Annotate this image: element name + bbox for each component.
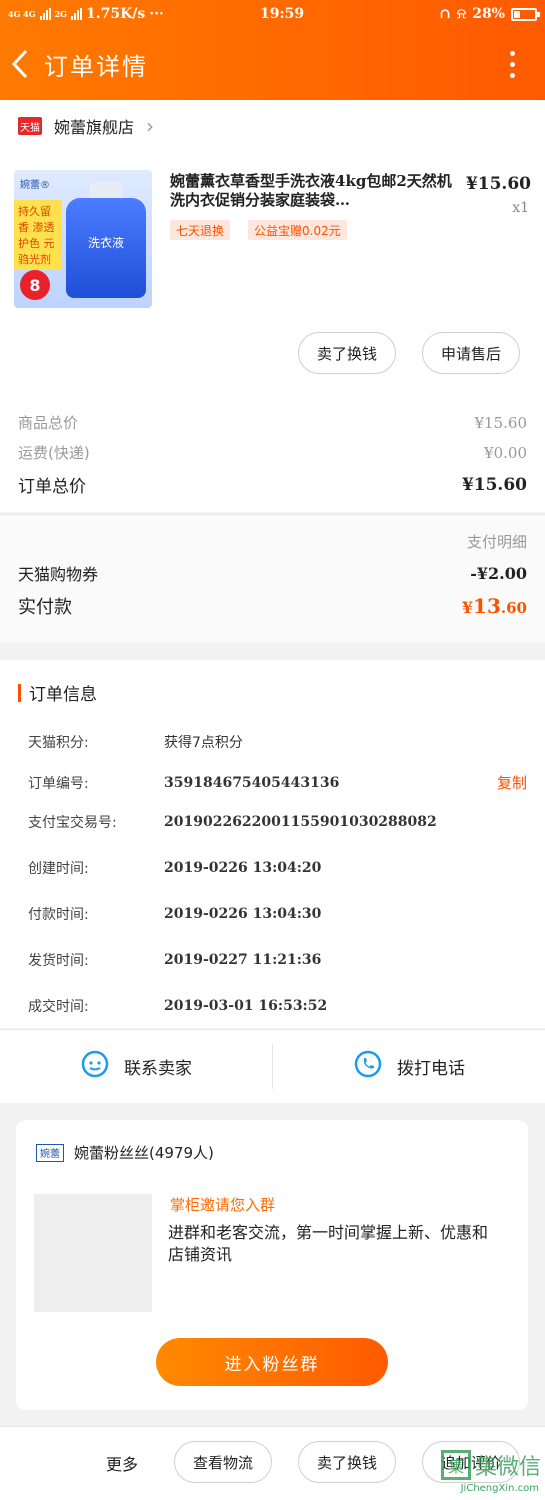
product-title[interactable]: 婉蕾薰衣草香型手洗衣液4kg包邮2天然机洗内衣促销分装家庭装袋… xyxy=(170,172,452,210)
info-row: 天猫积分: 获得7点积分 xyxy=(28,732,527,752)
copy-button[interactable]: 复制 xyxy=(497,772,527,793)
charity-tag: 公益宝赠0.02元 xyxy=(248,220,347,240)
signal-2g-icon xyxy=(71,8,82,20)
info-row: 创建时间: 2019-0226 13:04:20 xyxy=(28,858,527,878)
shop-row[interactable]: 天猫 婉蕾旗舰店 › xyxy=(0,100,545,152)
page-title: 订单详情 xyxy=(44,52,148,81)
watermark-text: 集微信 xyxy=(474,1455,541,1480)
headset-icon: ∩ xyxy=(439,6,451,22)
back-icon[interactable] xyxy=(10,49,38,79)
weight-badge: 8 xyxy=(20,270,50,300)
paid-symbol: ¥ xyxy=(461,598,474,617)
call-label: 拨打电话 xyxy=(397,1059,465,1079)
bottom-action-bar: 更多 查看物流 卖了换钱 追加评价 集 集微信 JiChengXin.com xyxy=(0,1426,545,1500)
watermark-url: JiChengXin.com xyxy=(460,1483,539,1494)
info-row: 成交时间: 2019-03-01 16:53:52 xyxy=(28,996,527,1016)
resell-button[interactable]: 卖了换钱 xyxy=(298,332,397,374)
call-button[interactable]: 拨打电话 xyxy=(273,1030,545,1103)
product-qty: x1 xyxy=(512,200,529,216)
product-thumbnail[interactable]: 婉蕾® 持久留香 渗透护色 元驺光剂 洗衣液 8 xyxy=(14,170,152,308)
signal-icon xyxy=(39,8,51,20)
info-key: 支付宝交易号: xyxy=(28,815,117,831)
battery-percent: 28% xyxy=(472,6,505,22)
battery-icon xyxy=(511,7,540,21)
watermark-logo: 集 xyxy=(440,1450,471,1480)
shipping-value: ¥0.00 xyxy=(484,443,527,462)
order-number: 359184675405443136 xyxy=(164,774,340,791)
more-button[interactable]: 更多 xyxy=(106,1451,138,1475)
network-label: 4G 4G xyxy=(8,9,36,19)
fan-group-header: 婉蕾 婉蕾粉丝丝(4979人) xyxy=(36,1142,214,1163)
network-2g-label: 2G xyxy=(54,9,67,19)
phone-icon xyxy=(353,1049,383,1084)
tmall-logo: 天猫 xyxy=(18,117,42,135)
info-value: 2019022622001155901030288082 xyxy=(164,814,437,830)
join-group-button[interactable]: 进入粉丝群 xyxy=(156,1338,388,1386)
info-value: 获得7点积分 xyxy=(164,735,243,751)
paid-dec: .60 xyxy=(500,599,527,617)
bottle-label: 洗衣液 xyxy=(66,198,146,298)
thumb-brand: 婉蕾® xyxy=(20,180,50,191)
order-info: 订单信息 天猫积分: 获得7点积分 订单编号: 359184675405443136… xyxy=(0,660,545,1028)
nav-bar: 订单详情 xyxy=(0,28,545,100)
net-speed: 1.75K/s xyxy=(86,6,146,22)
info-key: 发货时间: xyxy=(28,953,89,969)
shipping-label: 运费(快递) xyxy=(18,444,90,462)
clock: 19:59 xyxy=(260,6,305,22)
price-summary: 商品总价 ¥15.60 运费(快递) ¥0.00 订单总价 ¥15.60 xyxy=(0,400,545,512)
mute-icon: ⍾ xyxy=(456,6,467,22)
chevron-right-icon: › xyxy=(146,114,155,138)
paid-int: 13 xyxy=(473,594,501,618)
info-value: 2019-0226 13:04:30 xyxy=(164,906,322,922)
product-card: 婉蕾® 持久留香 渗透护色 元驺光剂 洗衣液 8 婉蕾薰衣草香型手洗衣液4kg包… xyxy=(0,152,545,400)
contact-bar: 联系卖家 拨打电话 xyxy=(0,1029,545,1103)
group-description: 进群和老客交流，第一时间掌握上新、优惠和店铺资讯 xyxy=(168,1223,489,1264)
goods-total-value: ¥15.60 xyxy=(474,413,528,432)
product-price: ¥15.60 xyxy=(465,174,531,194)
coupon-label: 天猫购物券 xyxy=(18,565,99,584)
resell-bottom-button[interactable]: 卖了换钱 xyxy=(298,1441,397,1483)
info-key: 天猫积分: xyxy=(28,735,89,751)
watermark: 集 集微信 xyxy=(440,1449,541,1481)
info-row: 付款时间: 2019-0226 13:04:30 xyxy=(28,904,527,924)
info-row: 支付宝交易号: 2019022622001155901030288082 xyxy=(28,812,527,832)
order-total-label: 订单总价 xyxy=(18,477,86,497)
coupon-value: -¥2.00 xyxy=(470,563,527,583)
goods-total-label: 商品总价 xyxy=(18,414,79,432)
info-key: 成交时间: xyxy=(28,999,89,1015)
brand-logo: 婉蕾 xyxy=(36,1143,64,1162)
info-row: 订单编号: 359184675405443136 复制 xyxy=(28,772,527,793)
order-total-value: ¥15.60 xyxy=(461,474,527,495)
group-invite-title: 掌柜邀请您入群 xyxy=(170,1196,276,1214)
more-menu-icon[interactable] xyxy=(510,50,515,78)
info-row: 发货时间: 2019-0227 11:21:36 xyxy=(28,950,527,970)
fan-group-name: 婉蕾粉丝丝(4979人) xyxy=(74,1144,214,1162)
view-logistics-button[interactable]: 查看物流 xyxy=(174,1441,273,1483)
info-key: 付款时间: xyxy=(28,907,89,923)
chat-icon xyxy=(80,1049,110,1084)
fan-group-card: 婉蕾 婉蕾粉丝丝(4979人) 掌柜邀请您入群 进群和老客交流，第一时间掌握上新… xyxy=(16,1120,528,1410)
contact-seller-button[interactable]: 联系卖家 xyxy=(0,1030,272,1103)
info-key: 创建时间: xyxy=(28,861,89,877)
after-sale-button[interactable]: 申请售后 xyxy=(422,332,521,374)
group-image xyxy=(34,1194,152,1312)
status-dots: ··· xyxy=(149,6,164,22)
paid-amount: ¥13.60 xyxy=(462,594,527,618)
order-info-heading: 订单信息 xyxy=(18,680,97,705)
thumb-features: 持久留香 渗透护色 元驺光剂 xyxy=(14,200,62,270)
info-value: 2019-03-01 16:53:52 xyxy=(164,998,328,1014)
payment-section: 支付明细 天猫购物券 -¥2.00 实付款 ¥13.60 xyxy=(0,514,545,642)
info-key: 订单编号: xyxy=(28,775,89,792)
info-value: 2019-0226 13:04:20 xyxy=(164,860,322,876)
return-tag: 七天退换 xyxy=(170,220,231,240)
paid-label: 实付款 xyxy=(18,597,72,618)
shop-name: 婉蕾旗舰店 xyxy=(54,118,135,137)
top-bar: 4G 4G 2G 1.75K/s ··· 19:59 ∩ ⍾ 28% 订单详情 xyxy=(0,0,545,100)
payment-detail-link[interactable]: 支付明细 xyxy=(467,531,527,552)
info-value: 2019-0227 11:21:36 xyxy=(164,952,322,968)
contact-seller-label: 联系卖家 xyxy=(124,1059,192,1079)
status-bar: 4G 4G 2G 1.75K/s ··· 19:59 ∩ ⍾ 28% xyxy=(0,0,545,28)
